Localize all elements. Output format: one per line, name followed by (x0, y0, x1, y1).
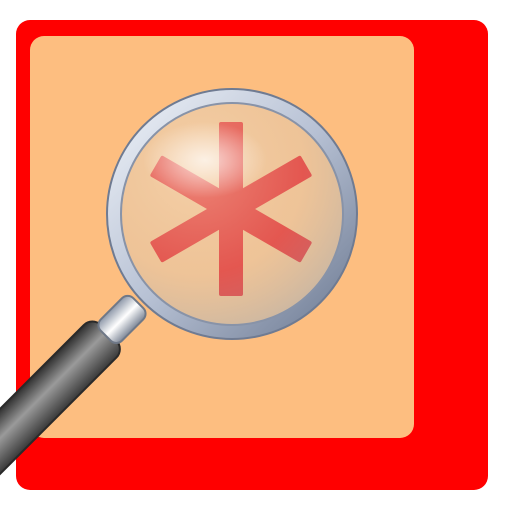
search-special-characters-icon (0, 20, 488, 508)
app-icon (0, 0, 512, 512)
magnifier-lens (106, 88, 358, 340)
